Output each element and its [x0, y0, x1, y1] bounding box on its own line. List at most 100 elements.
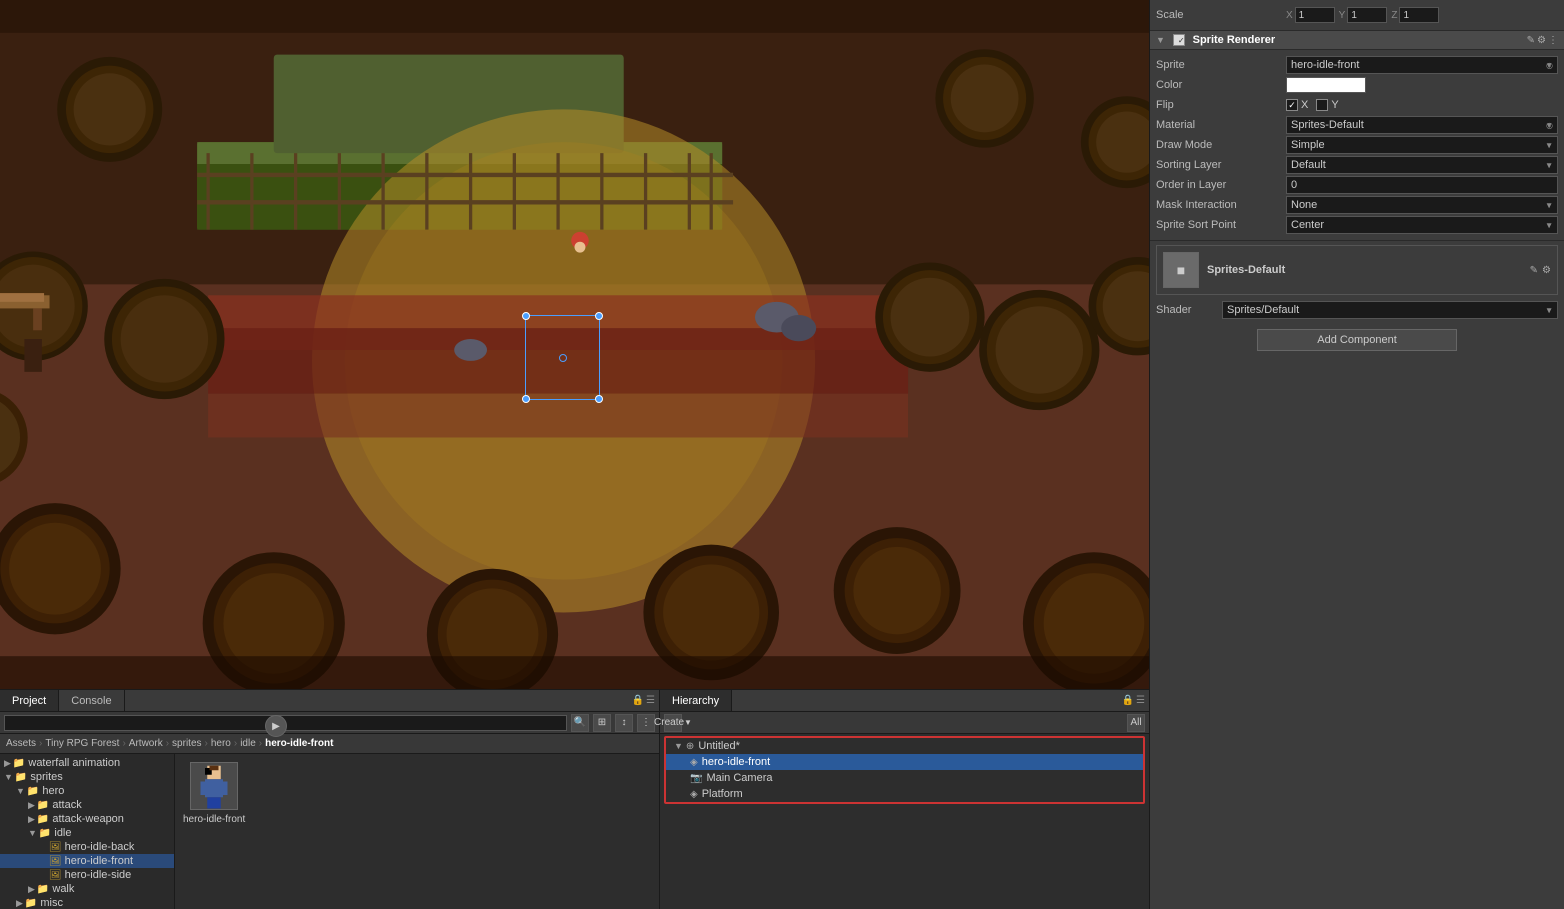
hierarchy-item-untitled[interactable]: ▼ ⊕ Untitled*	[666, 738, 1143, 754]
menu-icon[interactable]: ☰	[646, 695, 655, 706]
material-value[interactable]: Sprites-Default ◎	[1286, 116, 1558, 134]
hierarchy-lock-icon[interactable]: 🔒	[1122, 695, 1134, 706]
tree-item-walk[interactable]: ▶ 📁 walk	[0, 882, 174, 896]
flip-x-item: ✓ X	[1286, 99, 1308, 111]
search-button[interactable]: 🔍	[571, 714, 589, 732]
game-canvas	[0, 0, 1149, 689]
lock-icon[interactable]: 🔒	[632, 695, 644, 706]
hierarchy-selection-box: ▼ ⊕ Untitled* ◈ hero-idle-front 📷 Main C…	[664, 736, 1145, 804]
color-preview[interactable]	[1286, 77, 1366, 93]
scale-label: Scale	[1156, 9, 1286, 21]
scale-x-field: X	[1286, 7, 1335, 23]
settings-icon[interactable]: ⚙	[1537, 35, 1546, 46]
project-toolbar: 🔍 ⊞ ↕ ⋮	[0, 712, 659, 734]
draw-mode-value[interactable]: Simple ▼	[1286, 136, 1558, 154]
tree-item-misc[interactable]: ▶ 📁 misc	[0, 896, 174, 909]
tree-item-hero[interactable]: ▼ 📁 hero	[0, 784, 174, 798]
material-thumbnail: ■	[1163, 252, 1199, 288]
project-tree: ▶ 📁 waterfall animation ▼ 📁 sprites	[0, 754, 175, 909]
flip-y-checkbox[interactable]	[1316, 99, 1328, 111]
sprites-default-section: ■ Sprites-Default ✎ ⚙	[1156, 245, 1558, 295]
sprite-sort-value[interactable]: Center ▼	[1286, 216, 1558, 234]
all-button[interactable]: All	[1127, 714, 1145, 732]
scale-z-field: Z	[1391, 7, 1439, 23]
mask-interaction-row: Mask Interaction None ▼	[1156, 196, 1558, 214]
flip-y-item: Y	[1316, 99, 1338, 111]
material-settings-icon[interactable]: ⚙	[1542, 265, 1551, 276]
camera-icon: 📷	[690, 773, 702, 784]
tree-item-waterfall[interactable]: ▶ 📁 waterfall animation	[0, 756, 174, 770]
bottom-area: Project Console 🔒 ☰ 🔍 ⊞ ↕ ⋮	[0, 689, 1149, 909]
breadcrumb: Assets › Tiny RPG Forest › Artwork › spr…	[0, 734, 659, 754]
tab-project[interactable]: Project	[0, 690, 59, 711]
project-assets: hero-idle-front ▶	[175, 754, 659, 909]
asset-label: hero-idle-front	[183, 814, 245, 825]
tree-item-hero-idle-front[interactable]: ▶ 🖼 hero-idle-front	[0, 854, 174, 868]
flip-x-label: X	[1301, 99, 1308, 111]
tab-console[interactable]: Console	[59, 690, 124, 711]
scale-z-input[interactable]	[1399, 7, 1439, 23]
sprite-sort-row: Sprite Sort Point Center ▼	[1156, 216, 1558, 234]
flip-y-label: Y	[1331, 99, 1338, 111]
hierarchy-item-hero[interactable]: ◈ hero-idle-front	[666, 754, 1143, 770]
hierarchy-panel: Hierarchy 🔒 ☰ Create ▼ All	[660, 690, 1149, 909]
scene-icon: ⊕	[686, 741, 694, 752]
sprite-renderer-header[interactable]: ▼ ✓ Sprite Renderer ✎ ⚙ ⋮	[1150, 31, 1564, 50]
flip-row: Flip ✓ X Y	[1156, 96, 1558, 114]
filter-button[interactable]: ⊞	[593, 714, 611, 732]
scale-y-field: Y	[1339, 7, 1388, 23]
tab-hierarchy[interactable]: Hierarchy	[660, 690, 732, 711]
tree-item-idle[interactable]: ▼ 📁 idle	[0, 826, 174, 840]
tree-item-sprites[interactable]: ▼ 📁 sprites	[0, 770, 174, 784]
hierarchy-item-camera[interactable]: 📷 Main Camera	[666, 770, 1143, 786]
scale-fields: X Y Z	[1286, 7, 1439, 23]
overflow-icon[interactable]: ⋮	[1548, 35, 1558, 46]
asset-hero-idle-front[interactable]: hero-idle-front	[183, 762, 245, 825]
mask-value[interactable]: None ▼	[1286, 196, 1558, 214]
sprite-value[interactable]: hero-idle-front ◎	[1286, 56, 1558, 74]
sprite-row: Sprite hero-idle-front ◎	[1156, 56, 1558, 74]
asset-icon	[190, 762, 238, 810]
material-icons: ✎ ⚙	[1530, 265, 1551, 276]
tree-item-hero-idle-side[interactable]: ▶ 🖼 hero-idle-side	[0, 868, 174, 882]
project-panel: Project Console 🔒 ☰ 🔍 ⊞ ↕ ⋮	[0, 690, 660, 909]
checkmark: ✓	[1178, 36, 1185, 45]
game-view: Project Console 🔒 ☰ 🔍 ⊞ ↕ ⋮	[0, 0, 1149, 909]
sort-button[interactable]: ↕	[615, 714, 633, 732]
hierarchy-tab-bar: Hierarchy 🔒 ☰	[660, 690, 1149, 712]
shader-value[interactable]: Sprites/Default ▼	[1222, 301, 1558, 319]
shader-label: Shader	[1156, 304, 1216, 316]
hierarchy-item-platform[interactable]: ◈ Platform	[666, 786, 1143, 802]
hierarchy-toolbar: Create ▼ All	[660, 712, 1149, 734]
hierarchy-menu-icon[interactable]: ☰	[1136, 695, 1145, 706]
scene-svg	[0, 0, 1149, 689]
hierarchy-content: ▼ ⊕ Untitled* ◈ hero-idle-front 📷 Main C…	[660, 734, 1149, 909]
transform-section: Scale X Y Z	[1150, 0, 1564, 31]
collapse-arrow: ▼	[1156, 35, 1165, 45]
scale-x-input[interactable]	[1295, 7, 1335, 23]
order-value[interactable]: 0	[1286, 176, 1558, 194]
sorting-layer-row: Sorting Layer Default ▼	[1156, 156, 1558, 174]
tree-item-hero-idle-back[interactable]: ▶ 🖼 hero-idle-back	[0, 840, 174, 854]
material-edit-icon[interactable]: ✎	[1530, 265, 1538, 276]
add-component-button[interactable]: Add Component	[1257, 329, 1457, 351]
order-label: Order in Layer	[1156, 179, 1286, 191]
mask-label: Mask Interaction	[1156, 199, 1286, 211]
sprites-default-title: Sprites-Default	[1207, 264, 1285, 276]
create-button[interactable]: Create ▼	[664, 714, 682, 732]
sprite-icon-hero: ◈	[690, 757, 698, 768]
tree-item-attack-weapon[interactable]: ▶ 📁 attack-weapon	[0, 812, 174, 826]
sorting-layer-label: Sorting Layer	[1156, 159, 1286, 171]
edit-icon[interactable]: ✎	[1527, 35, 1535, 46]
material-label: Material	[1156, 119, 1286, 131]
scale-y-input[interactable]	[1347, 7, 1387, 23]
options-button[interactable]: ⋮	[637, 714, 655, 732]
project-content: ▶ 📁 waterfall animation ▼ 📁 sprites	[0, 754, 659, 909]
tree-item-attack[interactable]: ▶ 📁 attack	[0, 798, 174, 812]
sorting-layer-value[interactable]: Default ▼	[1286, 156, 1558, 174]
material-row: Material Sprites-Default ◎	[1156, 116, 1558, 134]
sprite-label: Sprite	[1156, 59, 1286, 71]
platform-icon: ◈	[690, 789, 698, 800]
main-container: Project Console 🔒 ☰ 🔍 ⊞ ↕ ⋮	[0, 0, 1564, 909]
flip-x-checkbox[interactable]: ✓	[1286, 99, 1298, 111]
